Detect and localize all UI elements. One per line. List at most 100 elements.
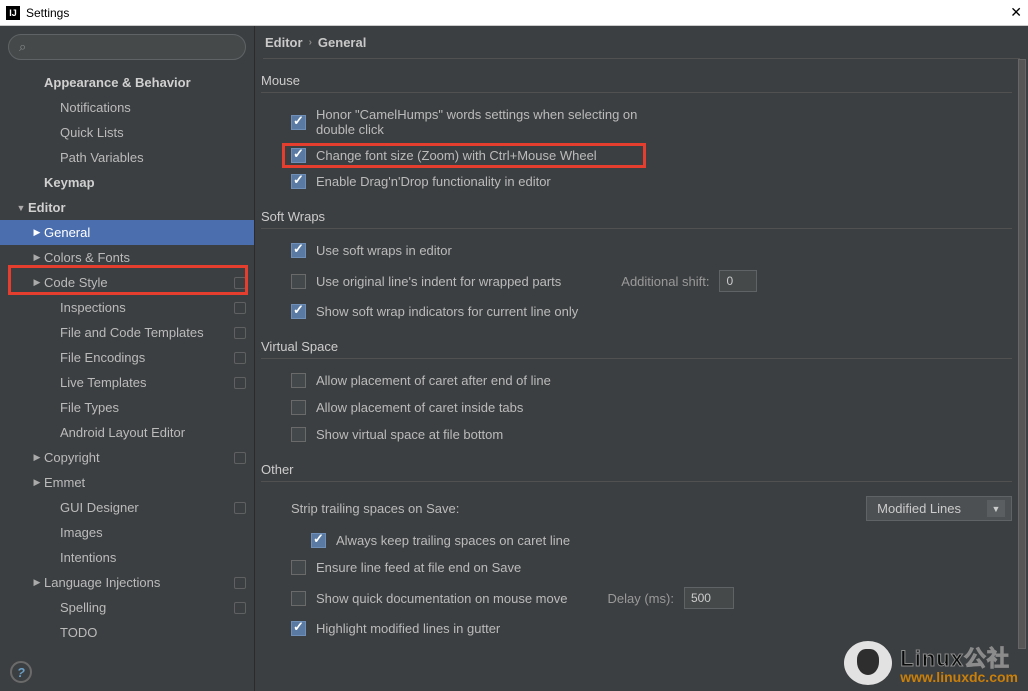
- project-scope-icon: [234, 602, 246, 614]
- checkbox-softwraps[interactable]: [291, 243, 306, 258]
- input-delay[interactable]: [684, 587, 734, 609]
- help-button[interactable]: ?: [10, 661, 32, 683]
- project-scope-icon: [234, 577, 246, 589]
- sidebar-item-language-injections[interactable]: ▶Language Injections: [0, 570, 254, 595]
- sidebar-item-label: File and Code Templates: [60, 325, 228, 340]
- sidebar-item-live-templates[interactable]: Live Templates: [0, 370, 254, 395]
- sidebar-item-label: TODO: [60, 625, 246, 640]
- project-scope-icon: [234, 277, 246, 289]
- sidebar-item-label: Android Layout Editor: [60, 425, 246, 440]
- sidebar-item-label: Copyright: [44, 450, 228, 465]
- main-panel: Editor › General Mouse Honor "CamelHumps…: [255, 26, 1028, 691]
- label-original-indent: Use original line's indent for wrapped p…: [316, 274, 561, 289]
- checkbox-original-indent[interactable]: [291, 274, 306, 289]
- sidebar-item-label: Editor: [28, 200, 246, 215]
- title-bar: IJ Settings ✕: [0, 0, 1028, 26]
- sidebar-item-label: File Types: [60, 400, 246, 415]
- sidebar-item-quick-lists[interactable]: Quick Lists: [0, 120, 254, 145]
- search-icon: ⌕: [19, 39, 26, 55]
- sidebar-item-code-style[interactable]: ▶Code Style: [0, 270, 254, 295]
- sidebar-item-label: Keymap: [44, 175, 246, 190]
- scrollbar-vertical[interactable]: [1018, 59, 1026, 691]
- tree-arrow-icon: ▼: [14, 203, 28, 213]
- sidebar-item-path-variables[interactable]: Path Variables: [0, 145, 254, 170]
- sidebar-item-label: Live Templates: [60, 375, 228, 390]
- search-box[interactable]: ⌕: [8, 34, 246, 60]
- checkbox-softwrap-indicators[interactable]: [291, 304, 306, 319]
- sidebar-item-general[interactable]: ▶General: [0, 220, 254, 245]
- checkbox-ensure-lf[interactable]: [291, 560, 306, 575]
- sidebar-item-emmet[interactable]: ▶Emmet: [0, 470, 254, 495]
- sidebar-item-label: Quick Lists: [60, 125, 246, 140]
- label-zoom: Change font size (Zoom) with Ctrl+Mouse …: [316, 148, 637, 163]
- sidebar-item-label: File Encodings: [60, 350, 228, 365]
- select-strip-value: Modified Lines: [877, 501, 961, 516]
- label-keep-trailing: Always keep trailing spaces on caret lin…: [336, 533, 570, 548]
- label-caret-eol: Allow placement of caret after end of li…: [316, 373, 551, 388]
- checkbox-camelhumps[interactable]: [291, 115, 306, 130]
- sidebar-item-images[interactable]: Images: [0, 520, 254, 545]
- sidebar-item-label: Spelling: [60, 600, 228, 615]
- tree-arrow-icon: ▶: [30, 452, 44, 463]
- label-highlight-gutter: Highlight modified lines in gutter: [316, 621, 500, 636]
- sidebar-item-label: Images: [60, 525, 246, 540]
- sidebar-item-todo[interactable]: TODO: [0, 620, 254, 645]
- sidebar-item-appearance-behavior[interactable]: Appearance & Behavior: [0, 70, 254, 95]
- sidebar-item-file-types[interactable]: File Types: [0, 395, 254, 420]
- tree-arrow-icon: ▶: [30, 577, 44, 588]
- label-ensure-lf: Ensure line feed at file end on Save: [316, 560, 521, 575]
- section-mouse: Mouse: [261, 73, 1012, 88]
- sidebar-item-copyright[interactable]: ▶Copyright: [0, 445, 254, 470]
- checkbox-highlight-gutter[interactable]: [291, 621, 306, 636]
- tree-arrow-icon: ▶: [30, 252, 44, 263]
- sidebar-item-intentions[interactable]: Intentions: [0, 545, 254, 570]
- checkbox-quickdoc[interactable]: [291, 591, 306, 606]
- sidebar-item-label: Appearance & Behavior: [44, 75, 246, 90]
- sidebar-item-label: Notifications: [60, 100, 246, 115]
- sidebar-item-label: General: [44, 225, 246, 240]
- checkbox-zoom[interactable]: [291, 148, 306, 163]
- close-icon[interactable]: ✕: [1010, 4, 1022, 21]
- project-scope-icon: [234, 502, 246, 514]
- sidebar-item-keymap[interactable]: Keymap: [0, 170, 254, 195]
- project-scope-icon: [234, 352, 246, 364]
- label-camelhumps: Honor "CamelHumps" words settings when s…: [316, 107, 676, 137]
- chevron-right-icon: ›: [309, 37, 312, 48]
- select-strip[interactable]: Modified Lines ▼: [866, 496, 1012, 521]
- checkbox-caret-tabs[interactable]: [291, 400, 306, 415]
- label-softwraps: Use soft wraps in editor: [316, 243, 452, 258]
- sidebar-item-label: Code Style: [44, 275, 228, 290]
- sidebar-item-android-layout-editor[interactable]: Android Layout Editor: [0, 420, 254, 445]
- label-dragdrop: Enable Drag'n'Drop functionality in edit…: [316, 174, 551, 189]
- project-scope-icon: [234, 327, 246, 339]
- app-icon: IJ: [6, 6, 20, 20]
- input-additional-shift[interactable]: [719, 270, 757, 292]
- tree-arrow-icon: ▶: [30, 477, 44, 488]
- label-delay: Delay (ms):: [607, 591, 673, 606]
- tree-arrow-icon: ▶: [30, 227, 44, 238]
- sidebar-item-label: Emmet: [44, 475, 246, 490]
- sidebar-item-file-and-code-templates[interactable]: File and Code Templates: [0, 320, 254, 345]
- scrollbar-thumb[interactable]: [1018, 59, 1026, 649]
- project-scope-icon: [234, 452, 246, 464]
- sidebar-item-inspections[interactable]: Inspections: [0, 295, 254, 320]
- sidebar-item-notifications[interactable]: Notifications: [0, 95, 254, 120]
- project-scope-icon: [234, 302, 246, 314]
- section-other: Other: [261, 462, 1012, 477]
- checkbox-dragdrop[interactable]: [291, 174, 306, 189]
- breadcrumb-editor[interactable]: Editor: [265, 35, 303, 50]
- sidebar-item-file-encodings[interactable]: File Encodings: [0, 345, 254, 370]
- breadcrumb-general: General: [318, 35, 366, 50]
- sidebar-item-gui-designer[interactable]: GUI Designer: [0, 495, 254, 520]
- section-softwraps: Soft Wraps: [261, 209, 1012, 224]
- checkbox-keep-trailing[interactable]: [311, 533, 326, 548]
- search-input[interactable]: [28, 40, 235, 54]
- checkbox-caret-eol[interactable]: [291, 373, 306, 388]
- sidebar-item-colors-fonts[interactable]: ▶Colors & Fonts: [0, 245, 254, 270]
- sidebar-item-label: Inspections: [60, 300, 228, 315]
- checkbox-virtual-bottom[interactable]: [291, 427, 306, 442]
- sidebar-item-spelling[interactable]: Spelling: [0, 595, 254, 620]
- sidebar-item-editor[interactable]: ▼Editor: [0, 195, 254, 220]
- project-scope-icon: [234, 377, 246, 389]
- label-quickdoc: Show quick documentation on mouse move: [316, 591, 567, 606]
